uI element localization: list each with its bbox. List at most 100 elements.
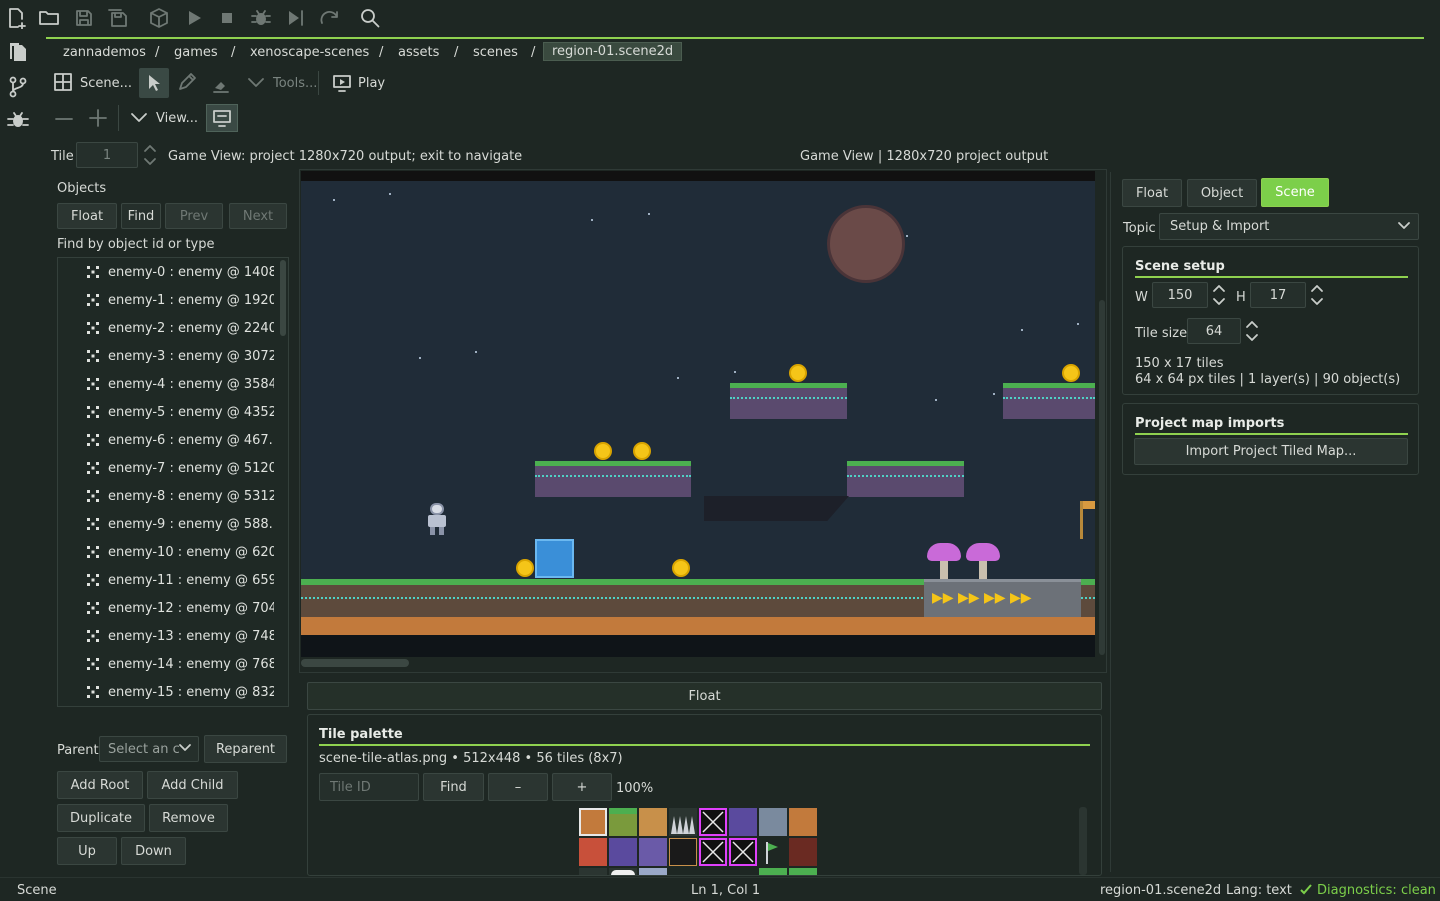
objects-next-button[interactable]: Next [229,203,287,229]
tile-spin-arrows[interactable] [140,142,160,168]
tile-row3[interactable] [759,868,787,875]
play-button[interactable]: Play [332,72,392,96]
tile-size-spin-arrows[interactable] [1242,318,1264,344]
list-item[interactable]: enemy-11 : enemy @ 659... [58,566,274,594]
tile-empty[interactable] [699,838,727,866]
tile-brick[interactable] [579,838,607,866]
game-view-hscroll[interactable] [301,659,409,667]
save-icon[interactable] [72,6,96,30]
height-spin-arrows[interactable] [1307,282,1327,308]
crumb-zannademos[interactable]: zannademos [63,45,146,60]
tile-lava-rock[interactable] [789,838,817,866]
explorer-icon[interactable] [4,38,32,66]
tile-row3[interactable] [789,868,817,875]
game-view-toggle[interactable] [206,104,238,132]
inspector-tab-float[interactable]: Float [1122,179,1182,207]
tile-atlas-grid[interactable] [578,807,820,875]
tile-rock[interactable] [609,838,637,866]
tile-dirt[interactable] [789,808,817,836]
tile-planks[interactable] [639,808,667,836]
remove-button[interactable]: Remove [149,804,228,832]
tile-flag[interactable] [759,838,787,866]
tile-dirt-selected[interactable] [579,808,607,836]
palette-float-button[interactable]: Float [307,682,1102,710]
objects-find-button[interactable]: Find [121,203,161,229]
pencil-tool-button[interactable] [177,72,201,96]
chevron-down-icon[interactable] [177,742,195,756]
list-item[interactable]: enemy-0 : enemy @ 1408... [58,258,274,286]
add-child-button[interactable]: Add Child [147,771,238,799]
list-item[interactable]: enemy-6 : enemy @ 467... [58,426,274,454]
bug-icon[interactable] [4,106,32,134]
crumb-region-file[interactable]: region-01.scene2d [543,42,683,61]
width-spin-arrows[interactable] [1209,282,1229,308]
tile-empty[interactable] [699,808,727,836]
inspector-tab-object[interactable]: Object [1187,179,1257,207]
status-diagnostics[interactable]: Diagnostics: clean [1317,883,1436,898]
objects-float-button[interactable]: Float [57,203,117,229]
tile-rock-2[interactable] [639,838,667,866]
run-icon[interactable] [182,6,206,30]
list-item[interactable]: enemy-10 : enemy @ 620... [58,538,274,566]
tile-stone[interactable] [759,808,787,836]
open-folder-icon[interactable] [37,6,61,30]
objects-prev-button[interactable]: Prev [165,203,223,229]
game-view-vscroll[interactable] [1099,300,1105,655]
zoom-in-button[interactable] [88,108,108,128]
up-button[interactable]: Up [57,837,117,865]
palette-find-button[interactable]: Find [423,773,484,801]
tile-row3[interactable] [639,868,667,875]
tile-id-input[interactable]: Tile ID [319,773,419,801]
duplicate-button[interactable]: Duplicate [57,804,145,832]
crumb-games[interactable]: games [174,45,218,60]
status-cursor[interactable]: Ln 1, Col 1 [691,883,760,898]
list-item[interactable]: enemy-7 : enemy @ 5120... [58,454,274,482]
step-icon[interactable] [284,6,308,30]
eraser-tool-button[interactable] [211,74,235,98]
crumb-assets[interactable]: assets [398,45,439,60]
reparent-button[interactable]: Reparent [204,735,287,763]
list-item[interactable]: enemy-2 : enemy @ 2240... [58,314,274,342]
debug-icon[interactable] [249,6,273,30]
inspector-tab-scene[interactable]: Scene [1261,178,1329,207]
height-spinbox[interactable]: 17 [1250,282,1306,308]
crumb-xenoscape-scenes[interactable]: xenoscape-scenes [250,45,369,60]
list-item[interactable]: enemy-13 : enemy @ 748... [58,622,274,650]
down-button[interactable]: Down [121,837,186,865]
palette-zoom-in-button[interactable]: + [552,773,612,801]
list-item[interactable]: enemy-1 : enemy @ 1920,... [58,286,274,314]
list-item[interactable]: enemy-8 : enemy @ 5312... [58,482,274,510]
list-item[interactable]: enemy-5 : enemy @ 4352... [58,398,274,426]
list-item[interactable]: enemy-9 : enemy @ 588... [58,510,274,538]
palette-scrollbar[interactable] [1079,807,1087,875]
list-scrollbar[interactable] [280,260,286,336]
list-item[interactable]: enemy-14 : enemy @ 768... [58,650,274,678]
tile-size-spinbox[interactable]: 64 [1187,318,1241,344]
new-file-icon[interactable] [5,6,29,30]
tile-empty[interactable] [729,838,757,866]
palette-zoom-out-button[interactable]: – [488,773,548,801]
package-icon[interactable] [147,6,171,30]
status-lang[interactable]: Lang: text [1226,883,1292,898]
search-icon[interactable] [358,6,382,30]
topic-select[interactable]: Setup & Import [1159,213,1419,240]
width-spinbox[interactable]: 150 [1152,282,1208,308]
tile-grass[interactable] [609,808,637,836]
source-control-icon[interactable] [4,73,32,101]
tile-spinbox[interactable]: 1 [76,142,138,168]
save-all-icon[interactable] [106,6,130,30]
list-item[interactable]: enemy-15 : enemy @ 832... [58,678,274,706]
tile-row3[interactable] [579,868,607,875]
tile-row3[interactable] [609,868,637,875]
stop-icon[interactable] [215,6,239,30]
list-item[interactable]: enemy-3 : enemy @ 3072... [58,342,274,370]
game-view-canvas[interactable]: ▶▶ ▶▶ ▶▶ ▶▶ [301,171,1095,657]
add-root-button[interactable]: Add Root [57,771,143,799]
tile-dark[interactable] [669,838,697,866]
crumb-scenes[interactable]: scenes [473,45,518,60]
select-tool-button[interactable] [139,68,169,98]
tools-menu-button[interactable]: Tools... [247,75,317,95]
list-item[interactable]: enemy-12 : enemy @ 704... [58,594,274,622]
import-tiled-map-button[interactable]: Import Project Tiled Map... [1134,438,1408,465]
view-menu-button[interactable]: View... [130,110,200,130]
